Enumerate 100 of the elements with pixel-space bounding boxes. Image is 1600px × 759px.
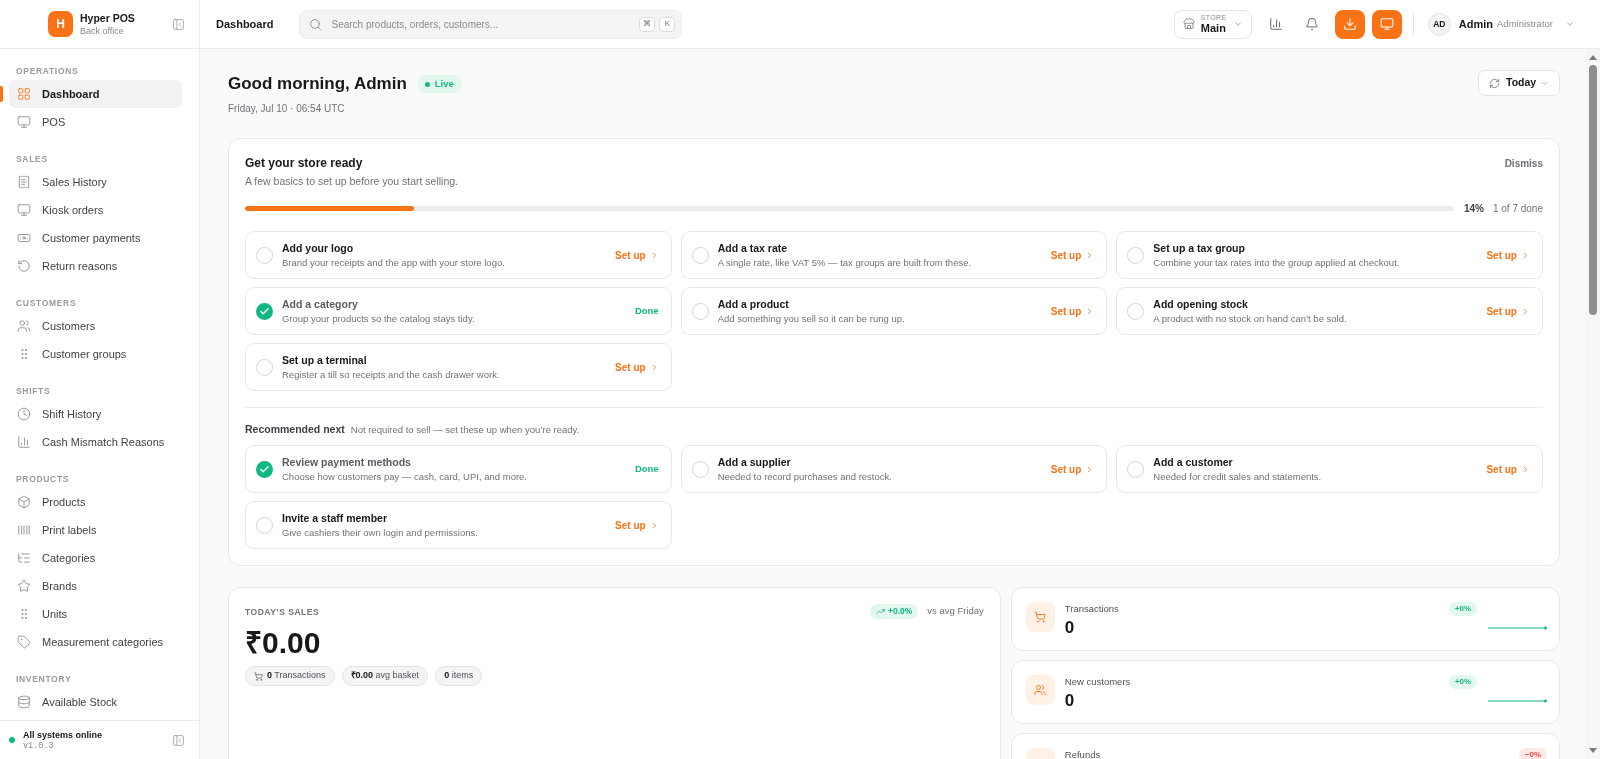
task-title: Invite a staff member (282, 511, 389, 525)
done-label: Done (633, 461, 659, 476)
change-text: +0.0% (888, 605, 913, 618)
nav-item[interactable]: Measurement categories (9, 628, 182, 656)
task-description: Give cashiers their own login and permissions. (282, 526, 478, 539)
nav-item[interactable]: POS (9, 108, 182, 136)
scrollbar-thumb[interactable] (1588, 65, 1597, 315)
stat-label: New customers (1064, 676, 1131, 688)
task-description: Group your products so the catalog stays tidy. (282, 312, 475, 325)
nav-item[interactable]: Shift History (9, 400, 182, 428)
sidebar-toggle-icon[interactable] (172, 17, 185, 31)
download-icon (1342, 17, 1357, 31)
stat-label: Transactions (1064, 603, 1119, 615)
date-text: Friday, Jul 10 · 06:54 UTC (228, 103, 346, 115)
nav-item[interactable]: Cash Mismatch Reasons (9, 428, 182, 456)
monitor-icon (17, 115, 31, 129)
nav-item[interactable]: Customer groups (9, 340, 182, 368)
nav-item[interactable]: Kiosk orders (9, 196, 182, 224)
bar-chart-icon (17, 435, 31, 449)
chevron-right-icon (1521, 250, 1530, 260)
database-icon (17, 695, 31, 709)
refresh-icon (1489, 77, 1500, 89)
download-button[interactable] (1334, 9, 1365, 39)
pill-text: 0 Transactions (267, 669, 326, 683)
notifications-icon[interactable] (1304, 17, 1319, 31)
stat-value: 0 (1064, 691, 1076, 711)
chevron-right-icon (1521, 464, 1530, 474)
sparkline (1488, 699, 1547, 703)
task-title: Set up a tax group (1153, 241, 1246, 255)
task-title: Add your logo (282, 241, 355, 255)
done-label: Done (633, 303, 659, 318)
task-title: Add a customer (1153, 455, 1234, 469)
pill-text: ₹0.00 avg basket (350, 669, 420, 683)
nav-section-title: SHIFTS (15, 385, 52, 398)
sidebar-toggle-icon[interactable] (172, 733, 185, 747)
nav-item[interactable]: Customers (9, 312, 182, 340)
scroll-up-icon[interactable] (1588, 55, 1597, 60)
nav-item[interactable]: Available Stock (9, 688, 182, 716)
receipt-icon (17, 175, 31, 189)
task-description: Register a till so receipts and the cash drawer work. (282, 368, 500, 381)
task-description: Choose how customers pay — cash, card, UPI, and more. (282, 470, 527, 483)
card-title: Get your store ready (245, 155, 364, 171)
user-name: Admin (1458, 16, 1494, 32)
progress-percent: 14% (1463, 201, 1484, 216)
nav-item[interactable]: Categories (9, 544, 182, 572)
active-indicator (0, 86, 3, 102)
banknote-icon (17, 231, 31, 245)
change-badge: −0% (1518, 748, 1547, 759)
date-range-button[interactable]: Today (1478, 70, 1560, 96)
task-title: Add a product (717, 297, 790, 311)
nav-item[interactable]: Print labels (9, 516, 182, 544)
trending-up-icon (876, 607, 885, 616)
card-title: TODAY’S SALES (245, 605, 320, 618)
monitor-icon (17, 203, 31, 217)
chevron-right-icon (1521, 306, 1530, 316)
chevron-down-icon[interactable] (1565, 19, 1575, 29)
task-description: Add something you sell so it can be rung up. (717, 312, 905, 325)
task-description: Brand your receipts and the app with your store logo. (282, 256, 505, 269)
dismiss-button[interactable]: Dismiss (1504, 156, 1543, 171)
nav-item[interactable]: Brands (9, 572, 182, 600)
cart-icon (254, 671, 263, 681)
nav-item[interactable]: Products (9, 488, 182, 516)
task-title: Add a category (282, 297, 359, 311)
nav-item[interactable]: Units (9, 600, 182, 628)
task-title: Add opening stock (1153, 297, 1249, 311)
cart-icon (1025, 602, 1055, 632)
change-badge: +0% (1448, 602, 1477, 616)
user-avatar[interactable]: AD (1427, 12, 1451, 36)
progress-count: 1 of 7 done (1492, 201, 1543, 216)
bar-chart-icon[interactable] (1268, 17, 1283, 31)
status-text: Live (434, 76, 454, 91)
nav-section-title: SALES (15, 153, 49, 166)
nav-item[interactable]: Sales History (9, 168, 182, 196)
section-note: Not required to sell — set these up when you’re ready. (350, 423, 580, 437)
greeting-title: Good morning, Admin (228, 73, 407, 95)
scroll-down-icon[interactable] (1588, 748, 1597, 753)
tag-icon (17, 635, 31, 649)
nav-item[interactable]: Return reasons (9, 252, 182, 280)
stat-label: Refunds (1064, 749, 1101, 759)
task-title: Add a supplier (717, 455, 792, 469)
users-icon (17, 319, 31, 333)
app-version: v1.0.3 (23, 740, 55, 752)
system-status: All systems online (23, 728, 103, 741)
brand-name: Hyper POS (80, 11, 135, 25)
monitor-icon (1379, 17, 1394, 31)
sparkline (1488, 626, 1547, 630)
pill-text: 0 items (444, 669, 474, 683)
store-icon (1182, 18, 1195, 30)
task-description: A product with no stock on hand can’t be sold. (1153, 312, 1347, 325)
user-role: Administrator (1497, 16, 1553, 31)
register-button[interactable] (1371, 9, 1402, 39)
sales-amount: ₹0.00 (245, 625, 321, 661)
list-tree-icon (17, 551, 31, 565)
brand-subtitle: Back office (80, 24, 125, 37)
nav-item[interactable]: Customer payments (9, 224, 182, 252)
task-title: Add a tax rate (717, 241, 789, 255)
nav-section-title: CUSTOMERS (15, 297, 78, 310)
clock-icon (17, 407, 31, 421)
brand-logo: H (48, 11, 73, 37)
chevron-down-icon (1232, 19, 1243, 29)
